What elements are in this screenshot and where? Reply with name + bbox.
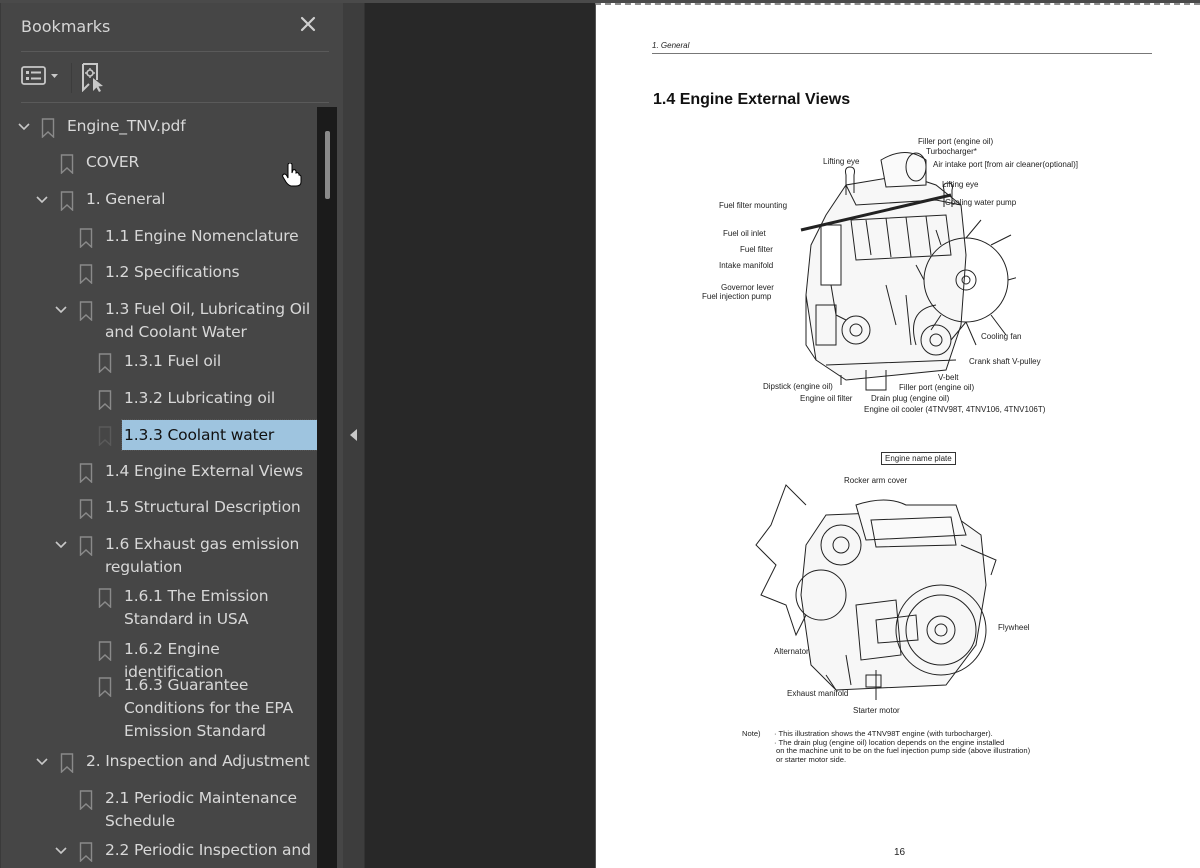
add-bookmark-icon[interactable] — [81, 62, 109, 92]
bookmark-icon — [60, 154, 74, 174]
toolbar-separator — [71, 63, 72, 93]
callout-label: V-belt — [938, 373, 959, 382]
close-icon[interactable] — [297, 13, 319, 35]
chevron-down-icon[interactable] — [17, 122, 31, 132]
bookmark-icon — [79, 264, 93, 284]
bookmark-icon — [60, 191, 74, 211]
callout-label: Fuel filter — [740, 245, 773, 254]
scrollbar-thumb[interactable] — [325, 131, 330, 199]
bookmark-icon — [60, 753, 74, 773]
bookmark-icon — [98, 426, 112, 446]
bookmark-icon — [79, 499, 93, 519]
bookmark-icon — [98, 390, 112, 410]
engine-illustration-bottom — [755, 484, 997, 700]
list-options-icon[interactable] — [21, 64, 63, 88]
collapse-panel-arrow-icon[interactable] — [347, 426, 361, 444]
callout-label: Filler port (engine oil) — [899, 383, 975, 392]
callout-label: Filler port (engine oil) — [918, 137, 994, 146]
bookmark-label: 1.6.3 Guarantee Conditions for the EPA E… — [124, 676, 294, 740]
callout-label: Dipstick (engine oil) — [763, 382, 833, 391]
panel-title: Bookmarks — [21, 17, 111, 36]
bookmark-label: Engine_TNV.pdf — [67, 117, 186, 135]
bookmark-label: 1.6.1 The Emission Standard in USA — [124, 587, 269, 628]
bookmark-icon — [79, 463, 93, 483]
bookmark-icon — [98, 677, 112, 697]
bookmark-label: 1.2 Specifications — [105, 263, 240, 281]
hand-cursor-icon — [282, 163, 302, 187]
bookmark-icon — [79, 536, 93, 556]
callout-label: Cooling fan — [981, 332, 1022, 341]
callout-label: Rocker arm cover — [844, 476, 908, 485]
bookmark-label: 2.1 Periodic Maintenance Schedule — [105, 789, 297, 830]
callout-label: Intake manifold — [719, 261, 774, 270]
callout-label: Fuel injection pump — [702, 292, 772, 301]
bookmark-icon — [79, 228, 93, 248]
callout-label: Engine oil cooler (4TNV98T, 4TNV106, 4TN… — [864, 405, 1046, 414]
bookmark-label: 1.6 Exhaust gas emission regulation — [105, 535, 300, 576]
bookmark-label: 1. General — [86, 190, 166, 208]
callout-label: Fuel filter mounting — [719, 201, 788, 210]
callout-label: Air intake port [from air cleaner(option… — [933, 160, 1078, 169]
bookmark-icon — [79, 790, 93, 810]
callout-label: Lifting eye — [942, 180, 979, 189]
bookmark-icon — [79, 301, 93, 321]
chevron-down-icon[interactable] — [54, 846, 68, 856]
callout-label: Starter motor — [853, 706, 900, 715]
callout-label: Drain plug (engine oil) — [871, 394, 950, 403]
bookmark-icon — [98, 588, 112, 608]
callout-label: Turbocharger* — [926, 147, 977, 156]
bookmark-icon — [79, 842, 93, 862]
callout-label: Lifting eye — [823, 157, 860, 166]
bookmark-label: COVER — [86, 153, 140, 171]
bookmark-label: 1.1 Engine Nomenclature — [105, 227, 299, 245]
pdf-page: 1. General 1.4 Engine External Views Fil… — [595, 3, 1200, 868]
callout-label: Governor lever — [721, 283, 774, 292]
callout-label: Crank shaft V-pulley — [969, 357, 1041, 366]
toolbar-divider — [21, 102, 329, 103]
page-number: 16 — [894, 847, 906, 858]
bookmark-label: 1.5 Structural Description — [105, 498, 301, 516]
bookmark-label: 1.4 Engine External Views — [105, 462, 303, 480]
bookmark-label: 1.3.3 Coolant water — [121, 419, 317, 451]
bookmark-label: 2.2 Periodic Inspection and — [105, 841, 311, 859]
chevron-down-icon[interactable] — [54, 305, 68, 315]
bookmark-label: 1.3.1 Fuel oil — [124, 352, 222, 370]
chevron-down-icon[interactable] — [35, 195, 49, 205]
running-head: 1. General — [652, 41, 690, 50]
bookmark-icon — [98, 353, 112, 373]
bookmark-icon — [41, 118, 55, 138]
callout-label: Cooling water pump — [945, 198, 1017, 207]
section-title: 1.4 Engine External Views — [653, 91, 851, 108]
callout-label: Engine name plate — [881, 452, 956, 465]
callout-label: Flywheel — [998, 623, 1030, 632]
header-rule — [652, 53, 1152, 54]
chevron-down-icon[interactable] — [54, 540, 68, 550]
bookmark-label: 1.3.2 Lubricating oil — [124, 389, 276, 407]
bookmarks-toolbar — [21, 59, 329, 95]
callout-label: Exhaust manifold — [787, 689, 849, 698]
callout-label: Engine oil filter — [800, 394, 853, 403]
bookmark-label: 1.3 Fuel Oil, Lubricating Oil and Coolan… — [105, 300, 311, 341]
chevron-down-icon[interactable] — [35, 757, 49, 767]
note-line: or starter motor side. — [776, 754, 847, 764]
bookmarks-header: Bookmarks — [21, 16, 329, 53]
callout-label: Fuel oil inlet — [723, 229, 766, 238]
scrollbar-track[interactable] — [317, 107, 337, 868]
callout-label: Alternator — [774, 647, 809, 656]
header-divider — [21, 51, 329, 52]
bookmark-label: 2. Inspection and Adjustment — [86, 752, 310, 770]
bookmark-tree: Engine_TNV.pdf COVER 1. General 1.1 Engine … — [1, 107, 317, 868]
note-label: Note) — [742, 729, 761, 738]
bookmark-icon — [98, 641, 112, 661]
bookmarks-panel: Bookmarks Engine_TNV.pdf COVER 1. General 1… — [0, 3, 343, 868]
